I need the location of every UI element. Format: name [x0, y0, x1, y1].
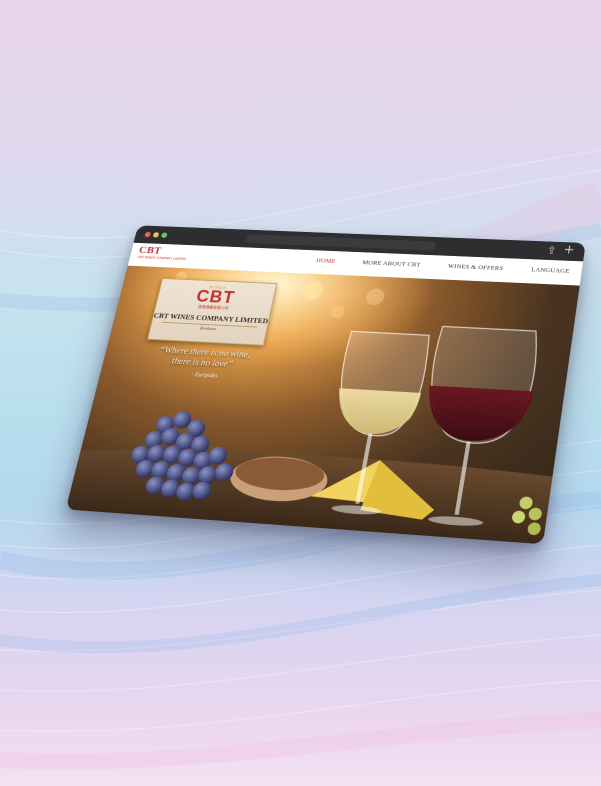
close-window-button[interactable] — [144, 231, 152, 238]
site-logo[interactable]: CBT CBT WINES COMPANY LIMITED — [136, 245, 189, 261]
hero-banner: WINES CBT 香港酒業有限公司 CBT WINES COMPANY LIM… — [65, 265, 580, 545]
logo-subtext: CBT WINES COMPANY LIMITED — [136, 255, 187, 261]
hero-image — [65, 265, 580, 545]
browser-window: ⇪ + CBT CBT WINES COMPANY LIMITED HOME M… — [65, 225, 586, 545]
minimize-window-button[interactable] — [152, 232, 160, 238]
main-nav: HOME MORE ABOUT CBT WINES & OFFERS LANGU… — [316, 258, 570, 275]
maximize-window-button[interactable] — [160, 232, 168, 238]
nav-language[interactable]: LANGUAGE — [531, 267, 570, 275]
share-icon[interactable]: ⇪ — [546, 244, 557, 256]
nav-home[interactable]: HOME — [316, 258, 336, 265]
plus-icon[interactable]: + — [562, 243, 575, 257]
nav-wines-offers[interactable]: WINES & OFFERS — [447, 263, 503, 272]
company-badge: WINES CBT 香港酒業有限公司 CBT WINES COMPANY LIM… — [147, 277, 278, 346]
nav-more-about[interactable]: MORE ABOUT CBT — [362, 260, 421, 269]
